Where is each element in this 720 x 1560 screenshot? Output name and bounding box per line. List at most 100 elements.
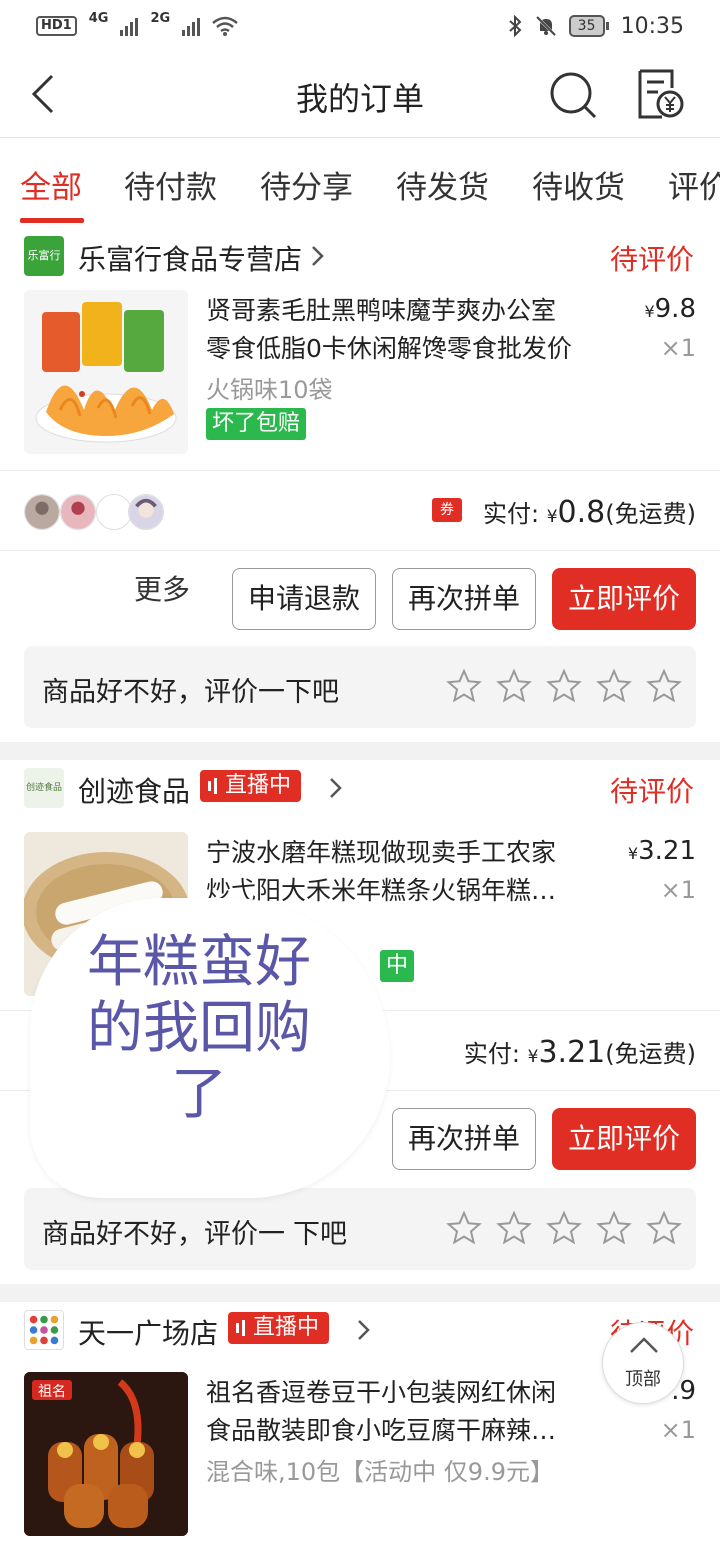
shop-name[interactable]: 天一广场店 bbox=[78, 1312, 218, 1352]
shop-logo: 乐富行 bbox=[24, 236, 64, 276]
reorder-button[interactable]: 再次拼单 bbox=[392, 1108, 536, 1170]
product-quantity: ×1 bbox=[660, 876, 696, 904]
bluetooth-icon bbox=[508, 15, 522, 37]
product-tag: 中 bbox=[380, 950, 415, 982]
network-type-2: 2G bbox=[150, 10, 171, 26]
order-list-page: HD1 4G 2G 35 10:35 我的订单 全部 待付款 待分享 待发货 待… bbox=[0, 0, 720, 1560]
review-button[interactable]: 立即评价 bbox=[552, 568, 696, 630]
chevron-right-icon bbox=[330, 778, 342, 798]
reorder-button[interactable]: 再次拼单 bbox=[392, 568, 536, 630]
more-button[interactable]: 更多 bbox=[134, 568, 190, 608]
live-icon bbox=[236, 1320, 245, 1336]
paid-label: 实付: bbox=[482, 500, 540, 528]
shop-logo: 创迹食品 bbox=[24, 768, 64, 808]
product-spec: 混合味,10包【活动中 仅9.9元】 bbox=[206, 1458, 554, 1486]
invoice-icon[interactable] bbox=[636, 68, 684, 120]
rating-prompt: 商品好不好，评价一下吧 bbox=[42, 1212, 347, 1251]
product-price: ¥3.21 bbox=[628, 836, 696, 866]
search-icon[interactable] bbox=[548, 70, 598, 120]
product-title-line: 食品散装即食小吃豆腐干麻辣… bbox=[206, 1416, 557, 1445]
battery-level: 35 bbox=[568, 15, 605, 37]
status-right: 35 10:35 bbox=[507, 14, 684, 39]
star-icon[interactable] bbox=[496, 668, 532, 704]
star-rating bbox=[446, 1210, 682, 1246]
star-icon[interactable] bbox=[596, 1210, 632, 1246]
status-left: HD1 4G 2G bbox=[36, 11, 238, 36]
product-title[interactable]: 宁波水磨年糕现做现卖手工农家 炒弋阳大禾米年糕条火锅年糕… bbox=[206, 834, 616, 910]
back-to-top-button[interactable]: 顶部 bbox=[602, 1322, 684, 1404]
product-title-line: 贤哥素毛肚黑鸭味魔芋爽办公室 bbox=[206, 296, 557, 325]
rating-prompt-part: 商品好不好，评价一 bbox=[42, 1219, 285, 1250]
product-price: ¥9.8 bbox=[644, 294, 696, 324]
paid-value: 3.21 bbox=[538, 1035, 606, 1070]
price-value: 3.21 bbox=[638, 836, 696, 866]
star-icon[interactable] bbox=[446, 1210, 482, 1246]
sticker-text: 年糕蛮好 的我回购 了 bbox=[64, 930, 334, 1128]
paid-label: 实付: bbox=[463, 1040, 520, 1068]
avatar bbox=[128, 494, 164, 530]
currency-symbol: ¥ bbox=[627, 844, 639, 863]
tab-pending-shipment[interactable]: 待发货 bbox=[396, 162, 489, 207]
product-title-line: 零食低脂0卡休闲解馋零食批发价 bbox=[206, 334, 572, 363]
page-title: 我的订单 bbox=[295, 80, 424, 118]
live-badge[interactable]: 直播中 bbox=[200, 770, 302, 802]
chevron-up-icon bbox=[630, 1337, 658, 1353]
star-icon[interactable] bbox=[646, 668, 682, 704]
currency-symbol: ¥ bbox=[546, 507, 558, 527]
navbar: 我的订单 bbox=[0, 52, 720, 138]
tab-pending-payment[interactable]: 待付款 bbox=[124, 162, 217, 207]
star-icon[interactable] bbox=[596, 668, 632, 704]
shop-name[interactable]: 乐富行食品专营店 bbox=[78, 238, 302, 278]
active-tab-indicator bbox=[20, 218, 84, 223]
tab-pending-share[interactable]: 待分享 bbox=[260, 162, 353, 207]
signal-icon bbox=[120, 16, 139, 36]
star-icon[interactable] bbox=[546, 1210, 582, 1246]
refund-button[interactable]: 申请退款 bbox=[232, 568, 376, 630]
status-bar: HD1 4G 2G 35 10:35 bbox=[0, 0, 720, 52]
star-icon[interactable] bbox=[546, 668, 582, 704]
star-icon[interactable] bbox=[646, 1210, 682, 1246]
tab-all[interactable]: 全部 bbox=[20, 162, 82, 207]
currency-symbol: ¥ bbox=[644, 302, 655, 321]
price-value: 9.8 bbox=[654, 294, 696, 324]
order-tabs: 全部 待付款 待分享 待发货 待收货 评价 bbox=[0, 138, 720, 228]
star-rating bbox=[446, 668, 682, 704]
chevron-right-icon bbox=[358, 1320, 370, 1340]
product-photo: 祖名 bbox=[24, 1372, 188, 1536]
review-button[interactable]: 立即评价 bbox=[552, 1108, 696, 1170]
shop-row[interactable]: 创迹食品 创迹食品 直播中 待评价 bbox=[0, 760, 720, 820]
order-status: 待评价 bbox=[609, 243, 694, 276]
live-badge[interactable]: 直播中 bbox=[228, 1312, 330, 1344]
product-image[interactable]: 祖名 bbox=[24, 1372, 188, 1536]
star-icon[interactable] bbox=[496, 1210, 532, 1246]
rating-prompt: 商品好不好，评价一下吧 bbox=[42, 677, 339, 708]
thumb-brand: 祖名 bbox=[38, 1384, 66, 1400]
product-image[interactable] bbox=[24, 290, 188, 454]
shop-row[interactable]: 乐富行 乐富行食品专营店 待评价 bbox=[0, 228, 720, 288]
paid-amount: 实付: ¥3.21(免运费) bbox=[464, 1034, 696, 1070]
shop-name[interactable]: 创迹食品 bbox=[78, 770, 190, 810]
order-status: 待评价 bbox=[609, 775, 694, 808]
product-title[interactable]: 贤哥素毛肚黑鸭味魔芋爽办公室 零食低脂0卡休闲解馋零食批发价 bbox=[206, 292, 616, 368]
product-title[interactable]: 祖名香逗卷豆干小包装网红休闲 食品散装即食小吃豆腐干麻辣… bbox=[206, 1374, 616, 1450]
product-spec: 火锅味10袋 bbox=[206, 376, 333, 404]
shop-logo bbox=[24, 1310, 64, 1350]
payment-row: 券 实付: ¥0.8(免运费) bbox=[0, 472, 720, 550]
back-to-top-label: 顶部 bbox=[625, 1369, 661, 1390]
sticker-line: 年糕蛮好 bbox=[87, 930, 311, 995]
live-icon bbox=[208, 778, 217, 794]
order-card: 乐富行 乐富行食品专营店 待评价 贤哥素毛肚黑鸭味魔芋爽办公室 零食低脂0卡休闲… bbox=[0, 228, 720, 742]
shipping-note: (免运费) bbox=[605, 500, 696, 528]
mute-bell-icon bbox=[535, 15, 556, 37]
tab-review[interactable]: 评价 bbox=[668, 162, 720, 207]
shipping-note: (免运费) bbox=[605, 1040, 696, 1068]
divider bbox=[0, 470, 720, 471]
rating-box: 商品好不好，评价一下吧 bbox=[24, 1188, 696, 1270]
star-icon[interactable] bbox=[446, 668, 482, 704]
tab-pending-receipt[interactable]: 待收货 bbox=[532, 162, 625, 207]
sticker-line: 了 bbox=[171, 1062, 227, 1127]
product-quantity: ×1 bbox=[660, 1416, 696, 1444]
order-actions: 更多 申请退款 再次拼单 立即评价 bbox=[0, 552, 720, 632]
hd-indicator: HD1 bbox=[36, 16, 77, 36]
currency-symbol: ¥ bbox=[527, 1047, 539, 1067]
